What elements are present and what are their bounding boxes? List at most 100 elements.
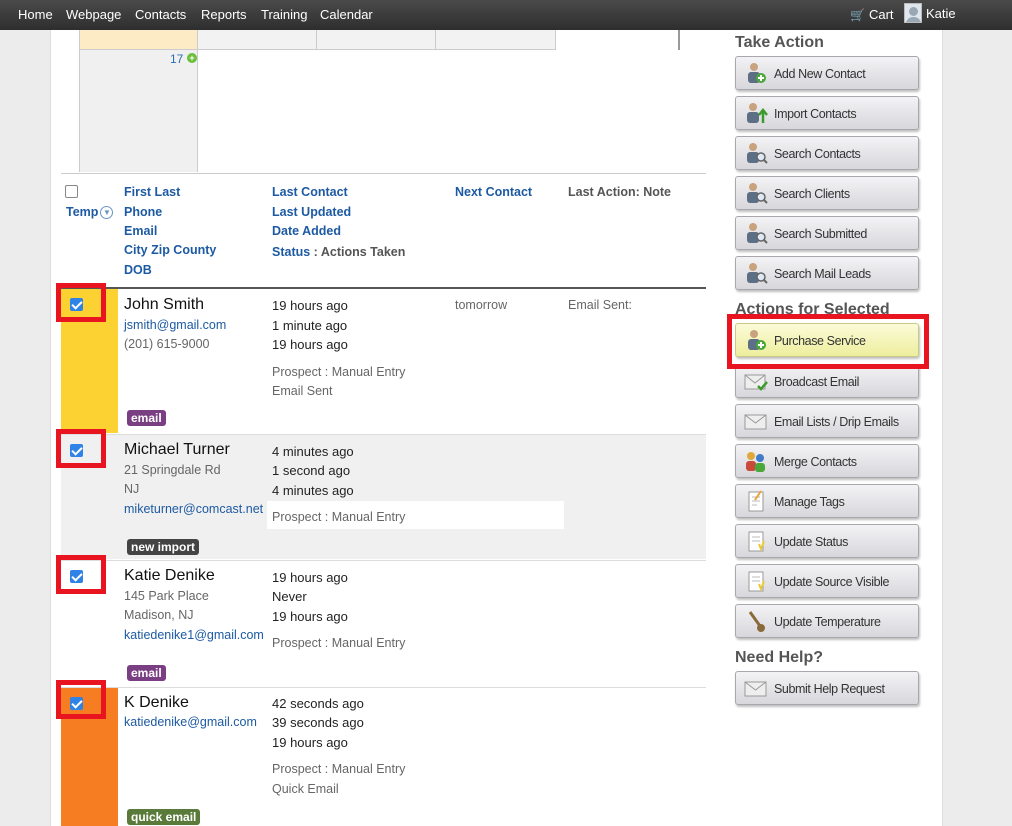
action-taken: Email Sent	[272, 384, 333, 398]
nav-contacts[interactable]: Contacts	[135, 7, 186, 22]
divider	[678, 30, 684, 50]
nav-calendar[interactable]: Calendar	[320, 7, 373, 22]
nav-home[interactable]: Home	[18, 7, 53, 22]
table-header: Temp ▼ First Last Phone Email City Zip Co…	[61, 173, 706, 287]
update-status-button[interactable]: Update Status	[735, 524, 919, 558]
add-new-contact-button[interactable]: Add New Contact	[735, 56, 919, 90]
tag-badge[interactable]: new import	[127, 539, 200, 555]
status-text: Prospect : Manual Entry	[272, 636, 406, 650]
search-submitted-icon	[747, 223, 768, 244]
button-label: Import Contacts	[774, 107, 857, 121]
email-lists-icon	[744, 414, 767, 430]
highlight-box	[727, 314, 929, 369]
calendar-day[interactable]: 17 +	[79, 50, 198, 172]
contact-name[interactable]: Michael Turner	[124, 441, 230, 459]
button-label: Add New Contact	[774, 67, 866, 81]
update-source-visible-button[interactable]: Update Source Visible	[735, 564, 919, 598]
table-row[interactable]: John Smith jsmith@gmail.com (201) 615-90…	[61, 287, 706, 433]
cart-link[interactable]: 🛒 Cart	[850, 7, 894, 22]
button-label: Merge Contacts	[774, 455, 857, 469]
contact-name[interactable]: John Smith	[124, 296, 204, 314]
sort-status[interactable]: Status	[272, 245, 310, 259]
button-label: Update Source Visible	[774, 575, 890, 589]
contact-email[interactable]: jsmith@gmail.com	[124, 318, 226, 332]
cart-icon: 🛒	[850, 8, 865, 22]
manage-tags-icon	[748, 490, 764, 512]
merge-contacts-icon	[746, 452, 765, 472]
date-added: 19 hours ago	[272, 735, 348, 750]
contact-name[interactable]: Katie Denike	[124, 567, 215, 585]
nav-reports[interactable]: Reports	[201, 7, 247, 22]
button-label: Search Submitted	[774, 227, 867, 241]
button-label: Submit Help Request	[774, 682, 885, 696]
user-menu[interactable]: Katie	[904, 3, 956, 23]
sort-last-updated[interactable]: Last Updated	[272, 205, 351, 219]
tag-badge[interactable]: quick email	[127, 809, 201, 825]
update-temperature-button[interactable]: Update Temperature	[735, 604, 919, 638]
table-row[interactable]: K Denike katiedenike@gmail.com 42 second…	[61, 687, 706, 826]
contact-email[interactable]: miketurner@comcast.net	[124, 502, 263, 516]
top-navigation: Home Webpage Contacts Reports Training C…	[0, 0, 1012, 30]
last-action: Email Sent:	[568, 298, 632, 312]
need-help-heading: Need Help?	[735, 649, 824, 666]
last-contact: 42 seconds ago	[272, 696, 364, 711]
select-all-checkbox[interactable]	[65, 185, 78, 203]
broadcast-email-button[interactable]: Broadcast Email	[735, 364, 919, 398]
search-submitted-button[interactable]: Search Submitted	[735, 216, 919, 250]
contact-email[interactable]: katiedenike@gmail.com	[124, 715, 257, 729]
take-action-heading: Take Action	[735, 34, 824, 51]
chevron-down-icon[interactable]: ▼	[100, 206, 114, 220]
contact-address: 21 Springdale Rd	[124, 463, 221, 477]
contact-name[interactable]: K Denike	[124, 694, 189, 712]
sort-dob[interactable]: DOB	[124, 263, 152, 277]
add-contact-icon	[748, 63, 766, 83]
search-contacts-button[interactable]: Search Contacts	[735, 136, 919, 170]
tag-badge[interactable]: email	[127, 665, 166, 681]
table-row[interactable]: Michael Turner 21 Springdale Rd NJ miket…	[61, 434, 706, 559]
button-label: Manage Tags	[774, 495, 845, 509]
sort-first-last[interactable]: First Last	[124, 185, 180, 199]
day-number[interactable]: 17	[170, 52, 183, 66]
status-text: Prospect : Manual Entry	[272, 510, 406, 524]
sort-city-zip-county[interactable]: City Zip County	[124, 243, 216, 257]
import-contacts-button[interactable]: Import Contacts	[735, 96, 919, 130]
status-suffix: : Actions Taken	[310, 245, 406, 259]
nav-webpage[interactable]: Webpage	[66, 7, 121, 22]
calendar-fragment: 17 +	[79, 30, 556, 172]
temp-header[interactable]: Temp ▼	[66, 205, 114, 220]
tag-badge[interactable]: email	[127, 410, 166, 426]
add-event-icon[interactable]: +	[187, 53, 197, 63]
sort-phone[interactable]: Phone	[124, 205, 162, 219]
button-label: Search Mail Leads	[774, 267, 871, 281]
sort-date-added[interactable]: Date Added	[272, 224, 341, 238]
search-clients-button[interactable]: Search Clients	[735, 176, 919, 210]
search-mail-leads-button[interactable]: Search Mail Leads	[735, 256, 919, 290]
date-added: 4 minutes ago	[272, 483, 354, 498]
contact-phone: (201) 615-9000	[124, 337, 210, 351]
table-row[interactable]: Katie Denike 145 Park Place Madison, NJ …	[61, 560, 706, 686]
button-label: Update Status	[774, 535, 849, 549]
last-contact: 19 hours ago	[272, 298, 348, 313]
calendar-cell	[79, 30, 198, 50]
sort-last-contact[interactable]: Last Contact	[272, 185, 348, 199]
nav-training[interactable]: Training	[261, 7, 307, 22]
user-name: Katie	[926, 5, 956, 21]
status-text: Prospect : Manual Entry	[272, 365, 406, 379]
calendar-cell	[436, 30, 556, 50]
button-label: Email Lists / Drip Emails	[774, 415, 899, 429]
manage-tags-button[interactable]: Manage Tags	[735, 484, 919, 518]
last-updated: Never	[272, 589, 307, 604]
update-source-icon	[748, 571, 765, 592]
search-contacts-icon	[747, 143, 768, 164]
sort-next-contact[interactable]: Next Contact	[455, 185, 532, 199]
sort-email[interactable]: Email	[124, 224, 157, 238]
email-lists-button[interactable]: Email Lists / Drip Emails	[735, 404, 919, 438]
submit-help-request-button[interactable]: Submit Help Request	[735, 671, 919, 705]
status-header: Status : Actions Taken	[272, 243, 405, 261]
date-added: 19 hours ago	[272, 337, 348, 352]
status-text: Prospect : Manual Entry	[272, 762, 406, 776]
search-mail-leads-icon	[747, 263, 768, 284]
merge-contacts-button[interactable]: Merge Contacts	[735, 444, 919, 478]
contact-email[interactable]: katiedenike1@gmail.com	[124, 628, 264, 642]
update-status-icon	[748, 531, 765, 552]
